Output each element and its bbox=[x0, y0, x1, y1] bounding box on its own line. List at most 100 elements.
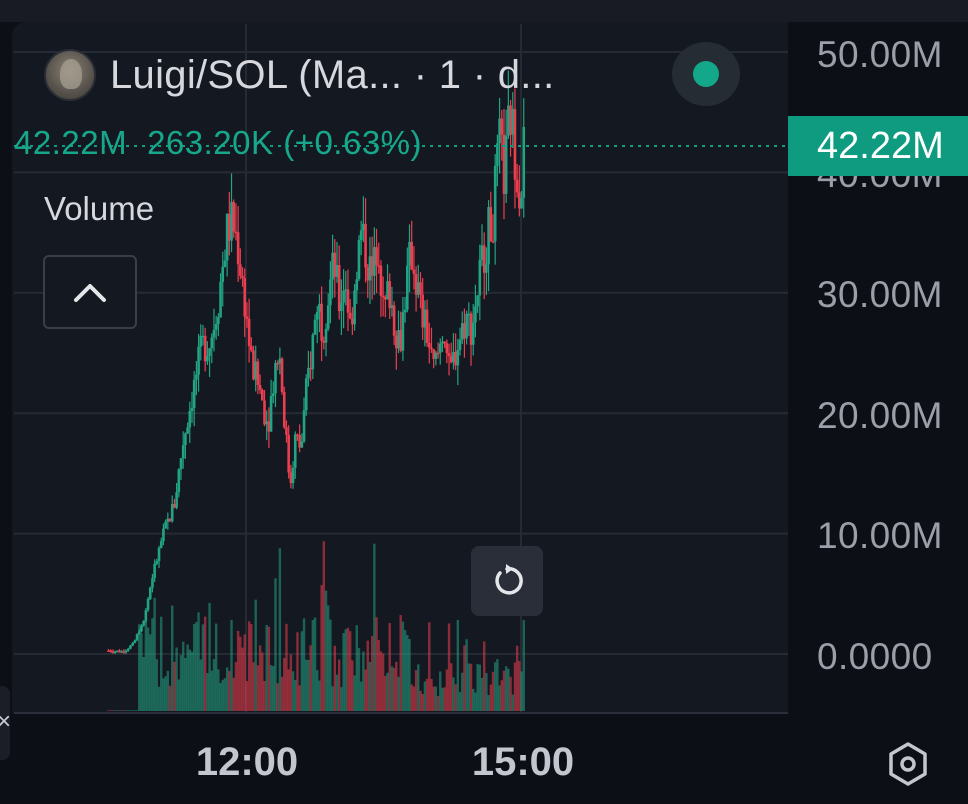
volume-bar bbox=[428, 622, 431, 711]
volume-bar bbox=[333, 645, 337, 711]
candle-body bbox=[392, 305, 396, 336]
volume-bar bbox=[221, 679, 224, 711]
volume-bar bbox=[206, 672, 209, 711]
token-avatar bbox=[44, 49, 96, 101]
candle-body bbox=[232, 202, 236, 232]
volume-bar bbox=[515, 645, 519, 711]
y-tick-label: 50.00M bbox=[817, 34, 943, 75]
volume-bar bbox=[439, 671, 442, 711]
volume-bar bbox=[351, 660, 354, 711]
candle-body bbox=[476, 295, 479, 307]
candle-body bbox=[241, 275, 244, 279]
volume-bar bbox=[285, 623, 288, 711]
volume-bar bbox=[168, 685, 172, 711]
pair-title[interactable]: Luigi/SOL (Ma... · 1 · d... bbox=[110, 53, 555, 98]
volume-bar bbox=[164, 676, 167, 711]
volume-bar bbox=[179, 655, 183, 711]
volume-bar bbox=[254, 599, 257, 711]
candle-body bbox=[206, 355, 209, 362]
volume-bar bbox=[399, 615, 402, 711]
volume-bar bbox=[502, 670, 506, 711]
volume-bar bbox=[454, 684, 457, 711]
volume-bar bbox=[483, 641, 486, 711]
x-tick-label: 12:00 bbox=[195, 740, 299, 784]
volume-bar bbox=[467, 663, 471, 711]
candle-body bbox=[214, 324, 218, 330]
volume-bar bbox=[294, 679, 297, 711]
candle-body bbox=[197, 346, 200, 375]
volume-bar bbox=[395, 661, 398, 711]
volume-bar bbox=[443, 687, 446, 711]
candle-body bbox=[474, 306, 477, 323]
volume-bar bbox=[522, 620, 525, 711]
volume-bar bbox=[280, 676, 284, 711]
volume-bar bbox=[160, 616, 163, 711]
candle-body bbox=[359, 230, 363, 241]
volume-bar bbox=[256, 665, 260, 711]
candle-body bbox=[307, 367, 310, 379]
candle-body bbox=[217, 317, 220, 325]
volume-bar bbox=[331, 686, 334, 711]
candle-body bbox=[184, 433, 187, 446]
candle-body bbox=[129, 645, 132, 649]
y-tick-label: 30.00M bbox=[817, 274, 943, 315]
candle-body bbox=[212, 329, 216, 338]
chevron-up-icon bbox=[74, 284, 106, 302]
volume-bar bbox=[162, 678, 165, 711]
candle-body bbox=[153, 563, 156, 579]
settings-button[interactable] bbox=[880, 736, 936, 792]
candle-body bbox=[436, 352, 440, 355]
volume-bar bbox=[487, 695, 490, 711]
volume-bar bbox=[509, 676, 512, 711]
volume-bar bbox=[153, 597, 156, 711]
candle-body bbox=[379, 265, 383, 296]
volume-bar bbox=[302, 618, 306, 711]
candle-body bbox=[355, 279, 359, 291]
volume-bar bbox=[452, 677, 455, 711]
volume-bar bbox=[316, 670, 319, 711]
volume-bar bbox=[520, 671, 523, 711]
reset-chart-button[interactable] bbox=[471, 546, 543, 616]
candle-body bbox=[465, 313, 468, 339]
volume-bar bbox=[353, 675, 356, 711]
volume-bar bbox=[225, 667, 229, 711]
volume-bar bbox=[463, 645, 466, 711]
volume-bar bbox=[232, 677, 235, 711]
volume-bar bbox=[401, 621, 405, 711]
candle-body bbox=[522, 127, 526, 198]
volume-bar bbox=[203, 616, 207, 711]
candle-body bbox=[271, 393, 275, 397]
volume-bar bbox=[370, 635, 374, 711]
candle-body bbox=[135, 634, 139, 641]
candle-body bbox=[406, 265, 409, 310]
volume-bar bbox=[388, 623, 391, 711]
volume-bar bbox=[476, 664, 479, 711]
candle-body bbox=[195, 374, 198, 380]
volume-bar bbox=[201, 624, 205, 711]
y-tick-label: 10.00M bbox=[817, 515, 943, 556]
settings-icon bbox=[889, 742, 927, 786]
volume-bar bbox=[120, 710, 123, 711]
volume-bar bbox=[263, 680, 266, 711]
candle-body bbox=[513, 109, 517, 180]
volume-bar bbox=[518, 661, 521, 711]
volume-bar bbox=[355, 625, 358, 711]
volume-bar bbox=[283, 657, 286, 711]
candle-body bbox=[324, 328, 328, 343]
volume-bar bbox=[346, 627, 350, 711]
volume-bar bbox=[390, 666, 394, 711]
y-tick-label: 0.0000 bbox=[817, 636, 933, 677]
volume-bar bbox=[166, 670, 170, 711]
volume-bar bbox=[258, 645, 262, 711]
volume-bar bbox=[243, 634, 246, 711]
volume-bar bbox=[111, 710, 115, 711]
volume-bar bbox=[504, 666, 508, 711]
collapse-legend-button[interactable] bbox=[43, 255, 137, 329]
candle-body bbox=[208, 348, 211, 356]
candle-body bbox=[419, 282, 422, 295]
volume-bar bbox=[223, 678, 227, 711]
volume-bar bbox=[465, 639, 468, 711]
volume-bar bbox=[489, 684, 492, 711]
candle-body bbox=[342, 290, 345, 303]
volume-bar bbox=[507, 668, 510, 711]
